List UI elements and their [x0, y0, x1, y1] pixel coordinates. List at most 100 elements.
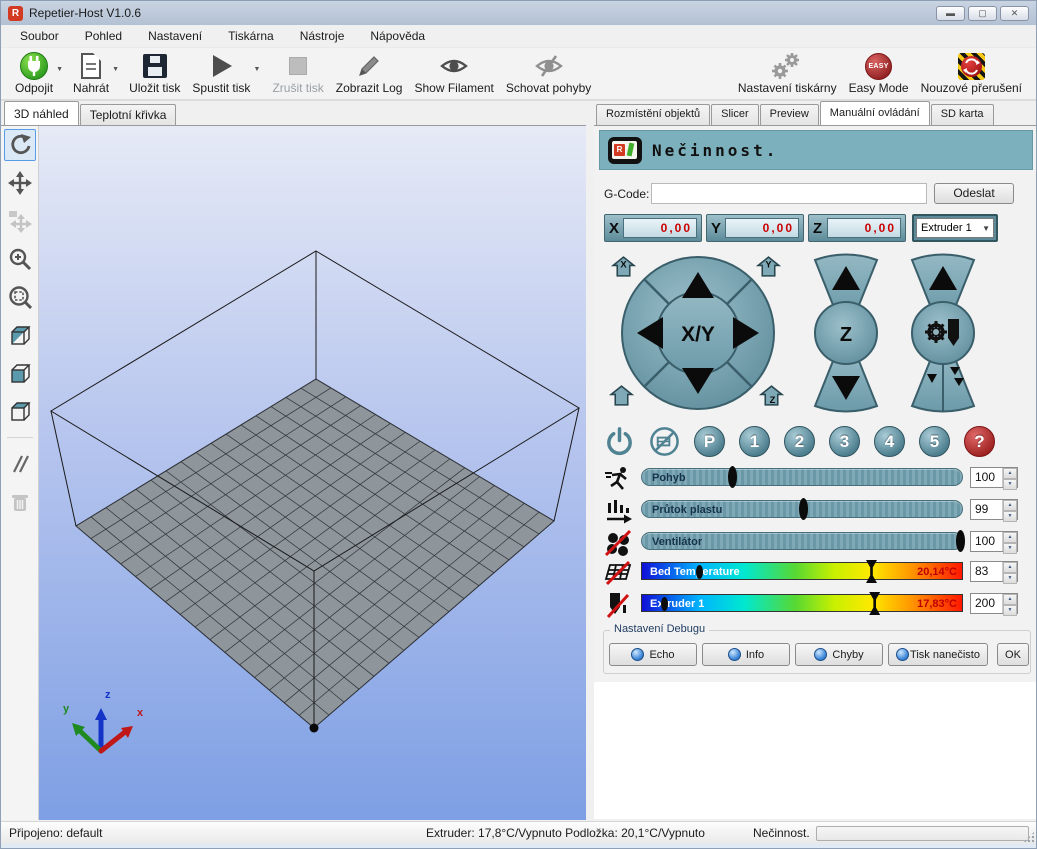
top-view-button[interactable]: [4, 395, 36, 427]
tab-manual-control[interactable]: Manuální ovládání: [820, 101, 930, 125]
fit-view-button[interactable]: [4, 281, 36, 313]
parallel-lines-icon: [8, 452, 32, 476]
emergency-stop-button[interactable]: Nouzové přerušení: [915, 50, 1028, 96]
extruder-dropdown[interactable]: Extruder 1 ▼: [916, 218, 994, 238]
3d-viewport[interactable]: y z x: [39, 126, 586, 820]
no-bed-icon: [649, 426, 680, 457]
preset-1-button[interactable]: 1: [739, 426, 770, 457]
menu-nastaveni[interactable]: Nastavení: [135, 25, 215, 47]
help-button[interactable]: ?: [964, 426, 995, 457]
send-gcode-button[interactable]: Odeslat: [934, 183, 1014, 204]
panel-splitter[interactable]: [586, 101, 594, 821]
preset-2-button[interactable]: 2: [784, 426, 815, 457]
fan-slider[interactable]: Ventilátor: [641, 532, 963, 550]
spin-down-icon[interactable]: ▼: [1003, 573, 1017, 584]
right-tab-bar: Rozmístění objektů Slicer Preview Manuál…: [594, 101, 1037, 125]
spin-down-icon[interactable]: ▼: [1003, 479, 1017, 490]
preset-5-button[interactable]: 5: [919, 426, 950, 457]
spin-up-icon[interactable]: ▲: [1003, 532, 1017, 543]
save-print-button[interactable]: Uložit tisk: [123, 50, 186, 96]
gcode-input[interactable]: [651, 183, 927, 204]
bed-temp-target-marker[interactable]: [866, 560, 877, 583]
tab-3d-view[interactable]: 3D náhled: [4, 101, 79, 125]
hide-travel-button[interactable]: Schovat pohyby: [500, 50, 597, 96]
eye-icon: [440, 54, 468, 78]
extruder-temp-slider[interactable]: Extruder 1 17,83°C: [641, 594, 963, 612]
menu-nastroje[interactable]: Nástroje: [287, 25, 358, 47]
spin-down-icon[interactable]: ▼: [1003, 543, 1017, 554]
bed-temp-spinner[interactable]: 83 ▲▼: [970, 561, 1018, 582]
easy-mode-button[interactable]: EASY Easy Mode: [843, 50, 915, 96]
tab-preview[interactable]: Preview: [760, 104, 819, 125]
feedrate-spinner[interactable]: 100 ▲▼: [970, 467, 1018, 488]
bed-temp-slider[interactable]: Bed Temperature 20,14°C: [641, 562, 963, 580]
flowrate-slider-thumb[interactable]: [799, 498, 808, 520]
bed-temp-row: Bed Temperature 20,14°C 83 ▲▼: [594, 561, 1037, 585]
z-jog-pad[interactable]: Z: [811, 252, 881, 414]
floppy-icon: [143, 54, 167, 78]
toggle-bed-button[interactable]: [649, 426, 680, 457]
debug-echo-button[interactable]: Echo: [609, 643, 697, 666]
menu-napoveda[interactable]: Nápověda: [357, 25, 438, 47]
load-dropdown-caret[interactable]: ▼: [112, 66, 119, 73]
flowrate-spinner[interactable]: 99 ▲▼: [970, 499, 1018, 520]
printer-status-box: R Nečinnost.: [599, 130, 1033, 170]
spin-up-icon[interactable]: ▲: [1003, 562, 1017, 573]
debug-errors-button[interactable]: Chyby: [795, 643, 883, 666]
extruder-temp-icon: [604, 591, 632, 619]
fan-spinner[interactable]: 100 ▲▼: [970, 531, 1018, 552]
front-view-button[interactable]: [4, 357, 36, 389]
projection-toggle-button[interactable]: [4, 448, 36, 480]
plug-icon: [20, 52, 48, 80]
axis-x-label: x: [137, 707, 144, 719]
menu-pohled[interactable]: Pohled: [72, 25, 135, 47]
status-bar: Připojeno: default Extruder: 17,8°C/Vypn…: [1, 821, 1036, 844]
xy-jog-pad[interactable]: X/Y: [619, 254, 777, 412]
move-view-button[interactable]: [4, 167, 36, 199]
debug-info-button[interactable]: Info: [702, 643, 790, 666]
menu-soubor[interactable]: Soubor: [7, 25, 72, 47]
park-button[interactable]: P: [694, 426, 725, 457]
spin-up-icon[interactable]: ▲: [1003, 594, 1017, 605]
extruder-jog-pad[interactable]: [907, 252, 979, 414]
preset-3-button[interactable]: 3: [829, 426, 860, 457]
rotate-view-button[interactable]: [4, 129, 36, 161]
tab-object-placement[interactable]: Rozmístění objektů: [596, 104, 710, 125]
feedrate-slider[interactable]: Pohyb: [641, 468, 963, 486]
fan-slider-thumb[interactable]: [956, 530, 965, 552]
preset-4-button[interactable]: 4: [874, 426, 905, 457]
tab-temperature-curve[interactable]: Teplotní křivka: [80, 104, 177, 125]
flowrate-slider[interactable]: Průtok plastu: [641, 500, 963, 518]
spin-down-icon[interactable]: ▼: [1003, 511, 1017, 522]
debug-ok-button[interactable]: OK: [997, 643, 1029, 666]
tab-slicer[interactable]: Slicer: [711, 104, 759, 125]
minimize-button[interactable]: ▬: [936, 6, 965, 21]
start-print-button[interactable]: Spustit tisk ▼: [186, 50, 256, 96]
spin-down-icon[interactable]: ▼: [1003, 605, 1017, 616]
spin-up-icon[interactable]: ▲: [1003, 500, 1017, 511]
close-button[interactable]: ✕: [1000, 6, 1029, 21]
power-button[interactable]: [604, 426, 635, 457]
connect-button[interactable]: Odpojit ▼: [9, 50, 59, 96]
show-filament-button[interactable]: Show Filament: [408, 50, 499, 96]
load-button[interactable]: Nahrát ▼: [67, 50, 115, 96]
spin-up-icon[interactable]: ▲: [1003, 468, 1017, 479]
isometric-view-button[interactable]: [4, 319, 36, 351]
connect-dropdown-caret[interactable]: ▼: [56, 66, 63, 73]
feedrate-slider-thumb[interactable]: [728, 466, 737, 488]
maximize-button[interactable]: ▢: [968, 6, 997, 21]
trash-icon: [8, 490, 32, 514]
printer-settings-button[interactable]: Nastavení tiskárny: [732, 50, 843, 96]
start-dropdown-caret[interactable]: ▼: [254, 66, 261, 73]
debug-dry-run-button[interactable]: Tisk nanečisto: [888, 643, 988, 666]
menu-tiskarna[interactable]: Tiskárna: [215, 25, 287, 47]
tab-sd-card[interactable]: SD karta: [931, 104, 994, 125]
toolbar-separator: [7, 437, 33, 438]
dropdown-arrow-icon: ▼: [982, 224, 993, 233]
extruder-temp-target-marker[interactable]: [869, 592, 880, 615]
eye-off-icon: [535, 54, 563, 78]
extruder-temp-spinner[interactable]: 200 ▲▼: [970, 593, 1018, 614]
show-log-button[interactable]: Zobrazit Log: [330, 50, 409, 96]
zoom-fit-icon: [8, 285, 32, 309]
zoom-view-button[interactable]: [4, 243, 36, 275]
